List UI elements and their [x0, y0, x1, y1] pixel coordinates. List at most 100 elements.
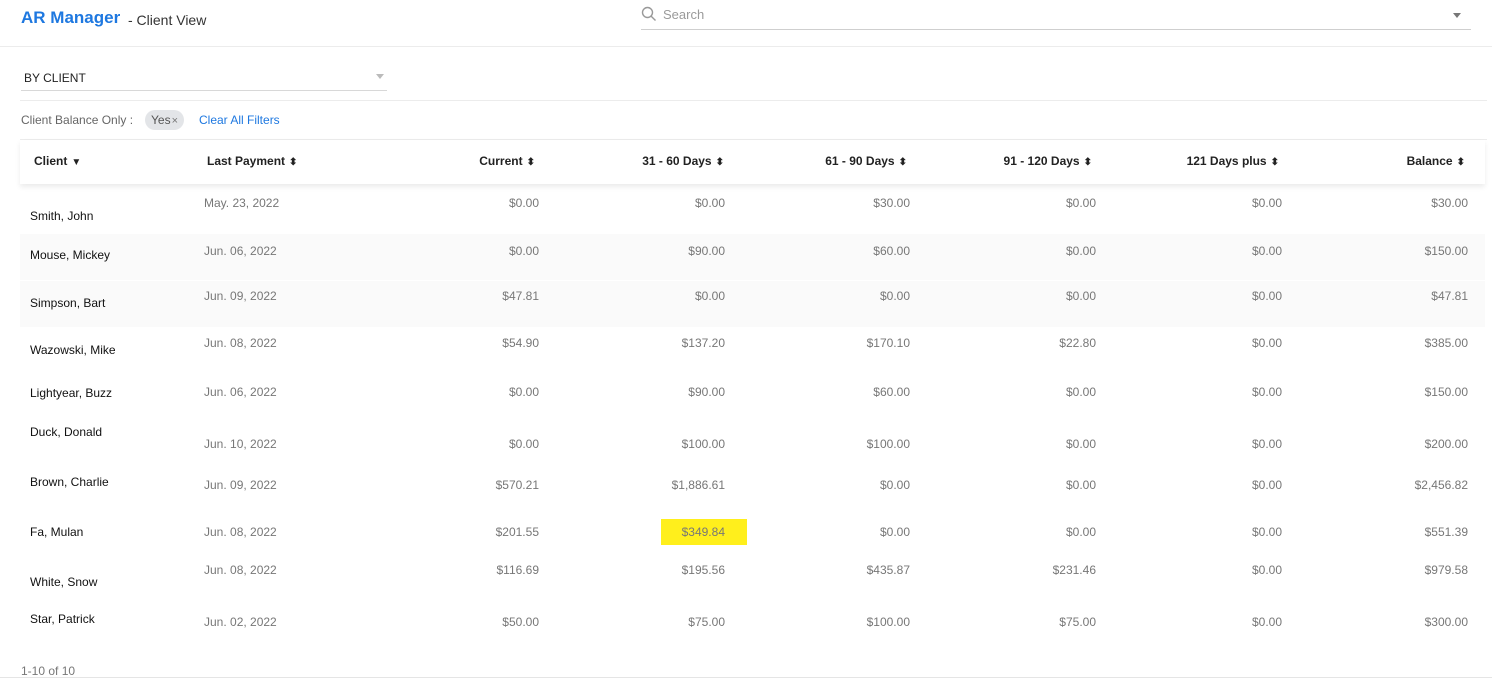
app-subtitle: - Client View [128, 12, 207, 28]
days-61-90: $0.00 [879, 525, 910, 539]
current-amount: $570.21 [495, 478, 539, 492]
balance-amount: $551.39 [1424, 525, 1468, 539]
days-91-120: $0.00 [1065, 525, 1096, 539]
table-header: Client ▼ Last Payment ⬍ Current ⬍ 31 - 60 Days… [20, 140, 1485, 184]
chevron-down-icon[interactable] [376, 74, 384, 79]
column-header[interactable]: 61 - 90 Days ⬍ [825, 154, 907, 168]
days-61-90: $100.00 [866, 437, 910, 451]
days-61-90: $100.00 [866, 615, 910, 629]
search-input[interactable]: Search [641, 4, 1471, 30]
last-payment: Jun. 06, 2022 [204, 385, 277, 399]
column-header-label: Client [34, 154, 68, 168]
client-name[interactable]: Simpson, Bart [30, 296, 105, 310]
days-121-plus: $0.00 [1251, 525, 1282, 539]
client-name[interactable]: Wazowski, Mike [30, 343, 116, 357]
sort-icon[interactable]: ⬍ [1457, 157, 1465, 168]
balance-amount: $979.58 [1424, 563, 1468, 577]
column-header[interactable]: 121 Days plus ⬍ [1187, 154, 1279, 168]
table-row[interactable]: White, Snow Jun. 08, 2022 $116.69 $195.56 $4… [20, 559, 1485, 605]
filter-chip[interactable]: Yes× [145, 110, 185, 130]
days-121-plus: $0.00 [1251, 336, 1282, 350]
days-121-plus: $0.00 [1251, 196, 1282, 210]
days-61-90: $170.10 [866, 336, 910, 350]
days-61-90: $60.00 [873, 385, 910, 399]
divider [0, 677, 1492, 678]
chevron-down-icon[interactable] [1453, 13, 1461, 18]
search-icon [641, 6, 656, 21]
balance-amount: $150.00 [1424, 244, 1468, 258]
days-61-90: $0.00 [879, 478, 910, 492]
sort-icon[interactable]: ⬍ [716, 157, 724, 168]
column-header[interactable]: Client ▼ [34, 154, 81, 168]
column-header[interactable]: Last Payment ⬍ [207, 154, 297, 168]
sort-icon[interactable]: ⬍ [289, 157, 297, 168]
client-name[interactable]: Lightyear, Buzz [30, 386, 112, 400]
current-amount: $0.00 [508, 437, 539, 451]
last-payment: Jun. 08, 2022 [204, 525, 277, 539]
days-31-60: $195.56 [681, 563, 725, 577]
sort-icon[interactable]: ⬍ [1271, 157, 1279, 168]
days-91-120: $0.00 [1065, 437, 1096, 451]
column-header-label: 31 - 60 Days [642, 154, 712, 168]
column-header[interactable]: 91 - 120 Days ⬍ [1004, 154, 1092, 168]
table-row[interactable]: Star, Patrick Jun. 02, 2022 $50.00 $75.00 $1… [20, 605, 1485, 651]
client-name[interactable]: Mouse, Mickey [30, 248, 110, 262]
balance-amount: $30.00 [1431, 196, 1468, 210]
balance-amount: $47.81 [1431, 289, 1468, 303]
days-31-60: $0.00 [694, 196, 725, 210]
days-121-plus: $0.00 [1251, 385, 1282, 399]
current-amount: $116.69 [496, 563, 540, 577]
last-payment: Jun. 02, 2022 [204, 615, 277, 629]
sort-desc-icon[interactable]: ▼ [71, 157, 81, 168]
table-row[interactable]: Duck, Donald Jun. 10, 2022 $0.00 $100.00 $10… [20, 419, 1485, 465]
days-121-plus: $0.00 [1251, 244, 1282, 258]
table-row[interactable]: Simpson, Bart Jun. 09, 2022 $47.81 $0.00 $0.… [20, 281, 1485, 327]
last-payment: Jun. 10, 2022 [204, 437, 277, 451]
last-payment: May. 23, 2022 [204, 196, 280, 210]
column-header-label: 91 - 120 Days [1003, 154, 1080, 168]
days-91-120: $0.00 [1065, 478, 1096, 492]
balance-amount: $300.00 [1424, 615, 1468, 629]
last-payment: Jun. 08, 2022 [204, 336, 277, 350]
clear-all-filters-link[interactable]: Clear All Filters [199, 113, 280, 127]
last-payment: Jun. 06, 2022 [204, 244, 277, 258]
last-payment: Jun. 08, 2022 [204, 563, 277, 577]
table-row[interactable]: Wazowski, Mike Jun. 08, 2022 $54.90 $137.20… [20, 328, 1485, 374]
days-91-120: $0.00 [1065, 196, 1096, 210]
client-name[interactable]: Smith, John [30, 209, 93, 223]
client-name[interactable]: Star, Patrick [30, 612, 95, 626]
balance-amount: $150.00 [1424, 385, 1468, 399]
app-header: AR Manager - Client View Search [0, 0, 1492, 47]
group-by-value: BY CLIENT [24, 71, 86, 85]
days-31-60: $137.20 [681, 336, 725, 350]
table-row[interactable]: Smith, John May. 23, 2022 $0.00 $0.00 $30.00… [20, 190, 1485, 236]
group-by-select[interactable]: BY CLIENT [21, 62, 387, 91]
current-amount: $47.81 [502, 289, 539, 303]
current-amount: $0.00 [508, 196, 539, 210]
sort-icon[interactable]: ⬍ [899, 157, 907, 168]
sort-icon[interactable]: ⬍ [1084, 157, 1092, 168]
client-name[interactable]: White, Snow [30, 575, 97, 589]
table-row[interactable]: Lightyear, Buzz Jun. 06, 2022 $0.00 $90.00 $… [20, 373, 1485, 419]
close-icon[interactable]: × [172, 115, 178, 127]
table-row[interactable]: Brown, Charlie Jun. 09, 2022 $570.21 $1,886… [20, 466, 1485, 512]
column-header[interactable]: 31 - 60 Days ⬍ [642, 154, 724, 168]
current-amount: $54.90 [502, 336, 539, 350]
days-91-120: $0.00 [1065, 385, 1096, 399]
client-name[interactable]: Duck, Donald [30, 425, 102, 439]
client-name[interactable]: Brown, Charlie [30, 475, 109, 489]
app-title: AR Manager [21, 8, 121, 27]
client-name[interactable]: Fa, Mulan [30, 525, 83, 539]
table-row[interactable]: Mouse, Mickey Jun. 06, 2022 $0.00 $90.00 $60… [20, 234, 1485, 280]
balance-amount: $385.00 [1424, 336, 1468, 350]
sort-icon[interactable]: ⬍ [527, 157, 535, 168]
last-payment: Jun. 09, 2022 [204, 289, 277, 303]
column-header[interactable]: Balance ⬍ [1407, 154, 1465, 168]
current-amount: $0.00 [508, 244, 539, 258]
days-91-120: $22.80 [1059, 336, 1096, 350]
column-header[interactable]: Current ⬍ [479, 154, 535, 168]
days-121-plus: $0.00 [1251, 478, 1282, 492]
days-31-60: $100.00 [681, 437, 725, 451]
divider [20, 100, 1487, 101]
table-row[interactable]: Fa, Mulan Jun. 08, 2022 $201.55 $349.84 $0.0… [20, 513, 1485, 559]
